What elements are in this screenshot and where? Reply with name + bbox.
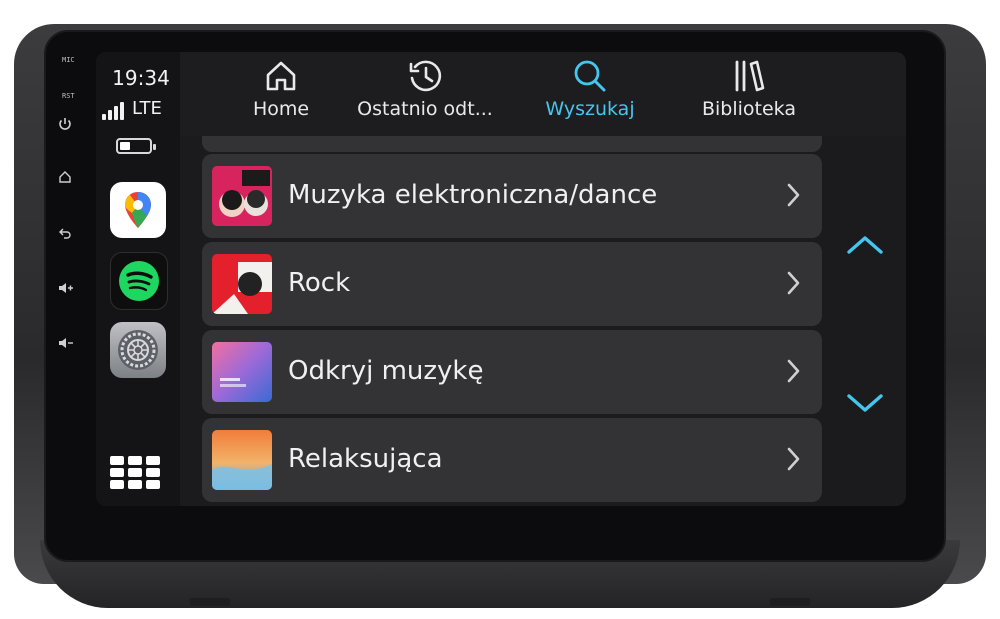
app-grid-icon[interactable]	[110, 456, 168, 490]
tab-library[interactable]: Biblioteka	[684, 58, 814, 128]
list-item[interactable]: Relaksująca	[202, 418, 822, 502]
tab-home[interactable]: Home	[226, 58, 336, 128]
tab-library-label: Biblioteka	[701, 98, 796, 120]
back-button-icon[interactable]	[58, 226, 72, 243]
power-button-icon[interactable]	[58, 117, 72, 134]
settings-app-icon[interactable]	[110, 322, 166, 378]
list-item-title: Relaksująca	[288, 444, 443, 474]
chevron-right-icon	[786, 182, 802, 212]
top-navigation-bar: Home Ostatnio odt... Wyszukaj Biblioteka	[180, 52, 906, 136]
library-icon	[735, 60, 765, 92]
scroll-down-button[interactable]	[844, 388, 886, 418]
network-type: LTE	[132, 98, 162, 119]
tab-home-label: Home	[252, 98, 310, 120]
chevron-right-icon	[786, 446, 802, 476]
battery-icon	[116, 138, 156, 154]
chevron-up-icon	[847, 236, 883, 254]
scroll-up-button[interactable]	[844, 230, 886, 260]
tab-search-label: Wyszukaj	[545, 98, 635, 120]
status-signal: LTE	[102, 98, 176, 120]
status-time: 19:34	[112, 66, 170, 90]
spotify-app-icon[interactable]	[110, 252, 168, 310]
search-icon	[574, 60, 606, 92]
recent-clock-icon	[409, 60, 442, 92]
tab-search[interactable]: Wyszukaj	[530, 58, 650, 128]
home-icon	[266, 61, 296, 91]
battery-level	[120, 142, 130, 150]
relax-art	[212, 430, 272, 490]
list-item[interactable]: Odkryj muzykę	[202, 330, 822, 414]
list-item[interactable]: Rock	[202, 242, 822, 326]
electronic-art	[212, 166, 272, 226]
chevron-down-icon	[847, 394, 883, 412]
list-item-title: Rock	[288, 268, 351, 298]
tab-recent-label: Ostatnio odt...	[357, 98, 493, 120]
list-item-title: Muzyka elektroniczna/dance	[288, 180, 658, 210]
tab-recent[interactable]: Ostatnio odt...	[350, 58, 500, 128]
carplay-screen: 19:34 LTE Muzyka elektroniczna/dance Roc…	[96, 52, 906, 506]
chevron-right-icon	[786, 270, 802, 300]
volume-down-button-icon[interactable]	[58, 336, 74, 353]
mount-foot-right	[770, 598, 810, 606]
mic-label: MIC	[62, 56, 75, 64]
list-item-title: Odkryj muzykę	[288, 356, 484, 386]
chevron-right-icon	[786, 358, 802, 388]
maps-app-icon[interactable]	[110, 182, 166, 238]
category-list: Muzyka elektroniczna/dance Rock Odkryj m…	[200, 108, 822, 506]
rock-art	[212, 254, 272, 314]
carplay-dock: 19:34 LTE	[96, 52, 180, 506]
mount-foot-left	[190, 598, 230, 606]
home-button-icon[interactable]	[58, 170, 72, 187]
rst-button-label[interactable]: RST	[62, 92, 75, 100]
list-item[interactable]: Muzyka elektroniczna/dance	[202, 154, 822, 238]
volume-up-button-icon[interactable]	[58, 281, 74, 298]
discover-art	[212, 342, 272, 402]
